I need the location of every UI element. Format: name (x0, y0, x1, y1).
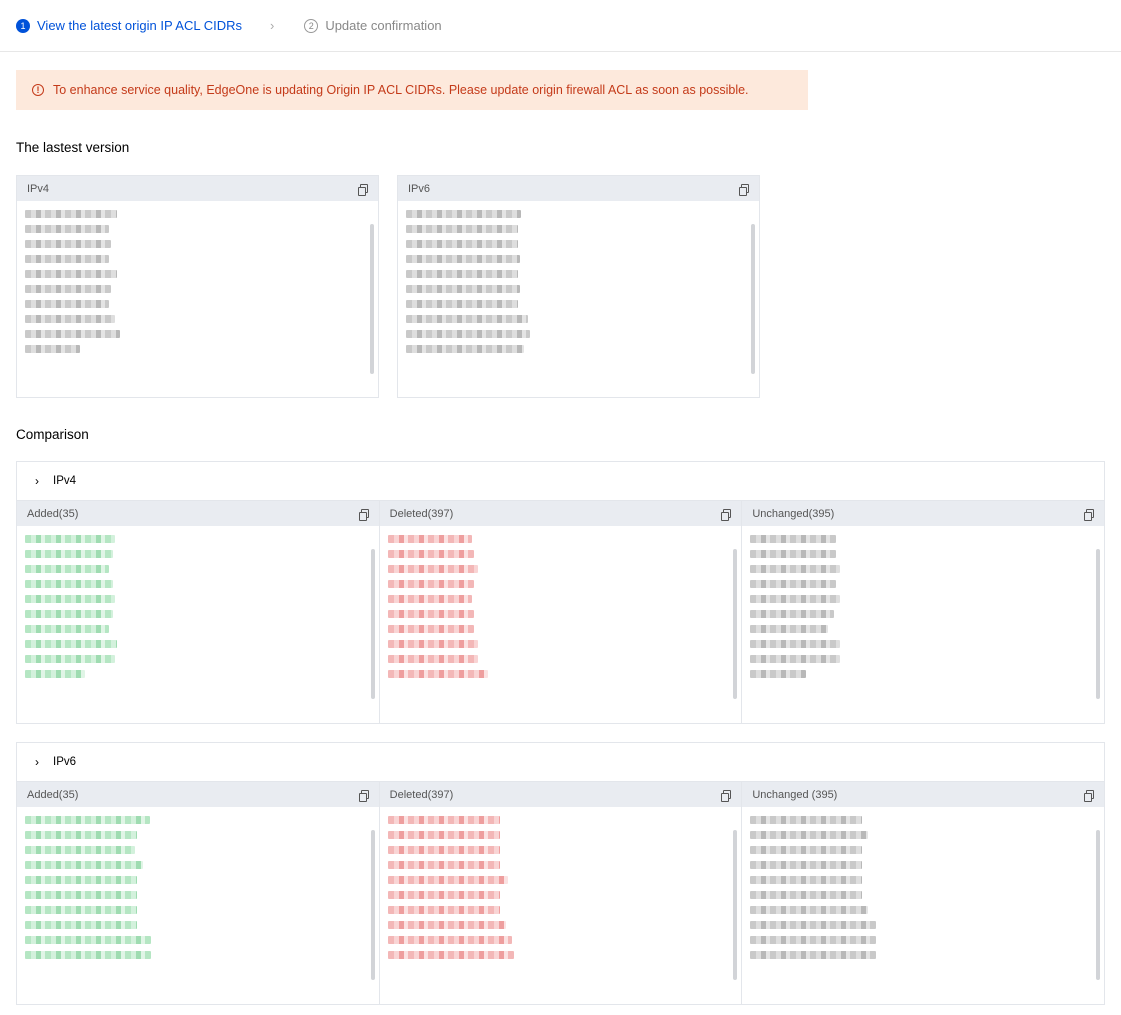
ipv6-added-header: Added(35) (17, 782, 379, 807)
copy-icon[interactable] (1084, 789, 1095, 802)
ipv6-unchanged-column: Unchanged (395) (742, 782, 1105, 1005)
ipv4-unchanged-list[interactable] (742, 526, 1104, 689)
ipv4-deleted-column: Deleted(397) (379, 501, 743, 724)
scrollbar[interactable] (733, 549, 738, 699)
ipv6-unchanged-list[interactable] (742, 807, 1104, 970)
ipv4-added-header: Added(35) (17, 501, 379, 526)
ipv4-unchanged-label: Unchanged(395) (752, 507, 835, 520)
chevron-right-icon: › (269, 18, 275, 33)
ipv4-added-label: Added(35) (27, 507, 79, 520)
ipv4-added-list[interactable] (17, 526, 379, 689)
step-2-label: Update confirmation (325, 18, 442, 33)
ipv6-added-column: Added(35) (17, 782, 380, 1005)
ipv4-added-column: Added(35) (17, 501, 380, 724)
comparison-ipv6-label: IPv6 (53, 756, 77, 768)
step-1-label: View the latest origin IP ACL CIDRs (37, 18, 242, 33)
copy-icon[interactable] (739, 183, 749, 196)
ipv6-deleted-list[interactable] (380, 807, 742, 970)
latest-ipv6-header: IPv6 (398, 176, 759, 201)
ipv6-added-list[interactable] (17, 807, 379, 970)
comparison-ipv6: › IPv6 Added(35) Deleted(397) Unchanged … (16, 742, 1105, 1005)
steps-bar: 1 View the latest origin IP ACL CIDRs › … (0, 0, 1121, 52)
ipv6-added-label: Added(35) (27, 788, 79, 801)
ipv4-deleted-header: Deleted(397) (379, 501, 742, 526)
comparison-ipv4-toggle[interactable]: › IPv4 (17, 462, 1104, 500)
alert-text: To enhance service quality, EdgeOne is u… (53, 83, 749, 97)
ipv6-deleted-header: Deleted(397) (379, 782, 742, 807)
copy-icon[interactable] (358, 508, 369, 521)
step-2-number: 2 (304, 18, 319, 33)
ipv6-unchanged-label: Unchanged (395) (752, 788, 838, 801)
copy-icon[interactable] (358, 183, 368, 196)
copy-icon[interactable] (721, 789, 732, 802)
latest-ipv6-label: IPv6 (408, 182, 431, 195)
latest-version-title: The lastest version (16, 140, 130, 155)
ipv6-deleted-label: Deleted(397) (389, 788, 454, 801)
step-2[interactable]: 2 Update confirmation (304, 18, 442, 33)
scrollbar[interactable] (1096, 830, 1101, 980)
chevron-right-icon: › (35, 755, 39, 769)
scrollbar[interactable] (733, 830, 738, 980)
ipv4-unchanged-header: Unchanged(395) (742, 501, 1105, 526)
comparison-ipv4: › IPv4 Added(35) Deleted(397) Unchanged(… (16, 461, 1105, 724)
latest-ipv4-list[interactable] (17, 201, 378, 364)
scrollbar[interactable] (751, 224, 755, 374)
scrollbar[interactable] (370, 224, 374, 374)
latest-ipv4-label: IPv4 (27, 182, 50, 195)
scrollbar[interactable] (1096, 549, 1101, 699)
chevron-right-icon: › (35, 474, 39, 488)
ipv4-deleted-label: Deleted(397) (389, 507, 454, 520)
ipv4-deleted-list[interactable] (380, 526, 742, 689)
ipv4-unchanged-column: Unchanged(395) (742, 501, 1105, 724)
warning-alert: ! To enhance service quality, EdgeOne is… (16, 70, 808, 110)
step-1-number: 1 (16, 18, 30, 33)
comparison-ipv6-toggle[interactable]: › IPv6 (17, 743, 1104, 781)
ipv6-deleted-column: Deleted(397) (379, 782, 743, 1005)
latest-ipv6-panel: IPv6 (397, 175, 760, 398)
copy-icon[interactable] (721, 508, 732, 521)
ipv6-unchanged-header: Unchanged (395) (742, 782, 1105, 807)
scrollbar[interactable] (370, 549, 375, 699)
comparison-ipv4-label: IPv4 (53, 475, 77, 487)
scrollbar[interactable] (370, 830, 375, 980)
latest-ipv6-list[interactable] (398, 201, 759, 364)
comparison-title: Comparison (16, 427, 89, 442)
copy-icon[interactable] (358, 789, 369, 802)
step-1[interactable]: 1 View the latest origin IP ACL CIDRs (16, 18, 242, 33)
warning-icon: ! (32, 84, 44, 96)
copy-icon[interactable] (1084, 508, 1095, 521)
latest-ipv4-header: IPv4 (17, 176, 378, 201)
latest-ipv4-panel: IPv4 (16, 175, 379, 398)
